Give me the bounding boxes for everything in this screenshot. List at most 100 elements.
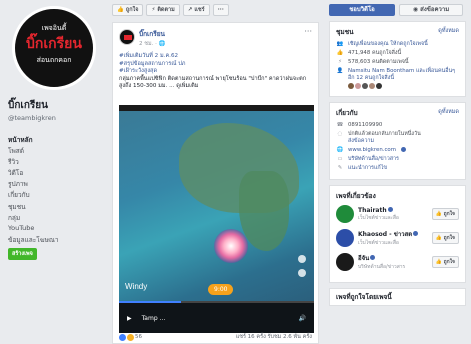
follow-label: ติดตาม xyxy=(157,7,175,13)
avatar-text-bottom: ส่อนถกคอก xyxy=(36,56,72,64)
friend-avatar[interactable] xyxy=(362,83,368,89)
friends-icon: 👤 xyxy=(336,68,344,74)
related-page-item[interactable]: Thairath เว็บไซต์ข่าวและสื่อ 👍 ถูกใจ xyxy=(336,205,459,223)
watch-video-button[interactable]: ชอบวิดีโอ xyxy=(329,4,395,16)
nav-item-videos[interactable]: วิดีโอ xyxy=(8,166,100,177)
post-timestamp[interactable]: 2 ชม. · 🌐 xyxy=(139,40,165,48)
storm-icon xyxy=(214,229,248,263)
website-link[interactable]: www.bigkren.com xyxy=(348,147,396,154)
verified-icon xyxy=(400,147,406,152)
related-page-category: เว็บไซต์ข่าวและสื่อ xyxy=(358,214,399,221)
reply-time: ปกติแล้วตอบกลับภายในหนึ่งวัน xyxy=(348,131,421,137)
video-player[interactable]: Windy 9:00 ▶ Tamp ... 🔊 xyxy=(119,105,314,333)
related-page-name[interactable]: Thairath xyxy=(358,207,387,214)
video-title: Tamp ... xyxy=(141,314,166,322)
related-page-avatar[interactable] xyxy=(336,205,354,223)
rss-icon: ⚡ xyxy=(151,7,156,13)
nav-item-youtube[interactable]: YouTube xyxy=(8,222,100,233)
nav-item-reviews[interactable]: รีวิว xyxy=(8,154,100,166)
page-sidebar: เพจอินดี้ บิ๊กเกรียน ส่อนถกคอก บิ๊กเกรีย… xyxy=(8,2,100,260)
like-related-page-button[interactable]: 👍 ถูกใจ xyxy=(431,208,459,220)
like-page-label: ถูกใจ xyxy=(125,7,139,13)
related-page-avatar[interactable] xyxy=(336,229,354,247)
related-page-category: เว็บไซต์ข่าวและสื่อ xyxy=(358,240,399,246)
post-hashtag-3[interactable]: #เฝ้าระวังสูงสุด xyxy=(119,68,312,76)
invite-friends-link[interactable]: เชิญเพื่อนของคุณ ให้กดถูกใจเพจนี้ xyxy=(348,41,428,48)
nav-item-groups[interactable]: กลุ่ม xyxy=(8,210,100,222)
like-label: ถูกใจ xyxy=(443,235,455,241)
nav-item-ads-info[interactable]: ข้อมูลและโฆษณา xyxy=(8,233,100,244)
post-hashtag-1[interactable]: #เพิ่มเติมวันที่ 2 ม.ค.62 xyxy=(119,53,312,61)
follow-button[interactable]: ⚡ ติดตาม xyxy=(146,4,180,16)
post-footer: 56 แชร์ 16 ครั้ง รับชม 2.6 พัน ครั้ง xyxy=(119,333,312,341)
thumbs-up-icon: 👍 xyxy=(435,211,442,217)
pencil-icon: ✎ xyxy=(337,165,343,171)
nav-item-home[interactable]: หน้าหลัก xyxy=(8,132,100,144)
messenger-icon: ◌ xyxy=(337,131,343,137)
nav-item-posts[interactable]: โพสต์ xyxy=(8,143,100,155)
post-author-avatar[interactable] xyxy=(119,29,135,45)
about-see-all[interactable]: ดูทั้งหมด xyxy=(438,108,459,118)
related-title: เพจที่เกี่ยวข้อง xyxy=(336,192,376,200)
location-icon xyxy=(298,269,306,277)
volume-icon[interactable]: 🔊 xyxy=(299,315,306,322)
thumbs-up-icon: 👍 xyxy=(435,235,442,241)
reaction-summary[interactable]: 56 xyxy=(119,333,142,341)
like-page-button[interactable]: 👍 ถูกใจ xyxy=(112,4,144,16)
verified-icon xyxy=(413,231,419,236)
category-link[interactable]: บริษัทด้านสื่อ/ข่าวสาร xyxy=(348,156,399,163)
invite-icon: 👥 xyxy=(336,41,344,47)
related-page-avatar[interactable] xyxy=(336,253,354,271)
post-author-name[interactable]: บิ๊กเกรียน xyxy=(139,29,165,39)
right-sidebar: ชอบวิดีโอ ◉ ส่งข้อความ ชุมชน ดูทั้งหมด 👥… xyxy=(329,4,466,306)
reaction-count: 56 xyxy=(135,334,142,340)
send-message-link[interactable]: ส่งข้อความ xyxy=(348,138,421,145)
time-indicator: 9:00 xyxy=(208,284,234,295)
page-nav: หน้าหลัก โพสต์ รีวิว วิดีโอ รูปภาพ เกี่ย… xyxy=(8,132,100,245)
verified-icon xyxy=(387,206,393,212)
related-page-name[interactable]: Khaosod - ข่าวสด xyxy=(358,231,412,238)
friend-avatars xyxy=(348,83,459,89)
thumbs-up-icon: 👍 xyxy=(435,259,442,265)
share-button[interactable]: ↗ แชร์ xyxy=(182,4,210,16)
community-card: ชุมชน ดูทั้งหมด 👥 เชิญเพื่อนของคุณ ให้กดถ… xyxy=(329,21,466,97)
friend-avatar[interactable] xyxy=(369,83,375,89)
thumbs-up-icon: 👍 xyxy=(117,7,124,13)
post-options-button[interactable]: ··· xyxy=(304,27,312,36)
nav-item-photos[interactable]: รูปภาพ xyxy=(8,177,100,188)
send-message-button[interactable]: ◉ ส่งข้อความ xyxy=(399,4,463,16)
play-icon[interactable]: ▶ xyxy=(127,315,132,322)
related-page-name[interactable]: อีจัน xyxy=(358,255,369,262)
create-page-button[interactable]: สร้างเพจ xyxy=(8,247,37,260)
about-title: เกี่ยวกับ xyxy=(336,109,358,117)
page-handle[interactable]: @teambigkren xyxy=(8,114,100,122)
related-page-category: บริษัทด้านสื่อ/ข่าวสาร xyxy=(358,264,406,270)
phone-number: 0891109990 xyxy=(348,122,383,128)
nav-item-about[interactable]: เกี่ยวกับ xyxy=(8,188,100,199)
thumbs-up-icon: 👍 xyxy=(336,50,344,56)
suggest-edits-link[interactable]: แนะนำการแก้ไข xyxy=(348,165,387,172)
community-title: ชุมชน xyxy=(336,28,354,36)
post-card: บิ๊กเกรียน 2 ชม. · 🌐 ··· #เพิ่มเติมวันที… xyxy=(112,22,319,344)
follower-count: 578,603 คนติดตามเพจนี้ xyxy=(348,59,409,65)
like-label: ถูกใจ xyxy=(443,211,455,217)
friend-avatar[interactable] xyxy=(348,83,354,89)
related-page-item[interactable]: Khaosod - ข่าวสด เว็บไซต์ข่าวและสื่อ 👍 ถ… xyxy=(336,229,459,247)
page-avatar[interactable]: เพจอินดี้ บิ๊กเกรียน ส่อนถกคอก xyxy=(12,6,96,90)
windy-logo: Windy xyxy=(125,282,148,291)
rss-icon: ⚡ xyxy=(338,59,342,65)
nav-item-community[interactable]: ชุมชน xyxy=(8,199,100,211)
share-label: แชร์ xyxy=(194,7,205,13)
page-name[interactable]: บิ๊กเกรียน xyxy=(8,98,100,113)
friend-avatar[interactable] xyxy=(376,83,382,89)
like-related-page-button[interactable]: 👍 ถูกใจ xyxy=(431,232,459,244)
community-see-all[interactable]: ดูทั้งหมด xyxy=(438,27,459,37)
share-view-count[interactable]: แชร์ 16 ครั้ง รับชม 2.6 พัน ครั้ง xyxy=(236,333,312,341)
more-button[interactable]: ··· xyxy=(212,4,229,16)
related-page-item[interactable]: อีจัน บริษัทด้านสื่อ/ข่าวสาร 👍 ถูกใจ xyxy=(336,253,459,271)
friend-avatar[interactable] xyxy=(355,83,361,89)
friends-liked-text[interactable]: Namsitu Nam Boontham และเพื่อนคนอื่นๆ อี… xyxy=(348,68,455,81)
send-message-label: ส่งข้อความ xyxy=(420,6,450,13)
like-related-page-button[interactable]: 👍 ถูกใจ xyxy=(431,256,459,268)
avatar-text-main: บิ๊กเกรียน xyxy=(26,36,82,52)
